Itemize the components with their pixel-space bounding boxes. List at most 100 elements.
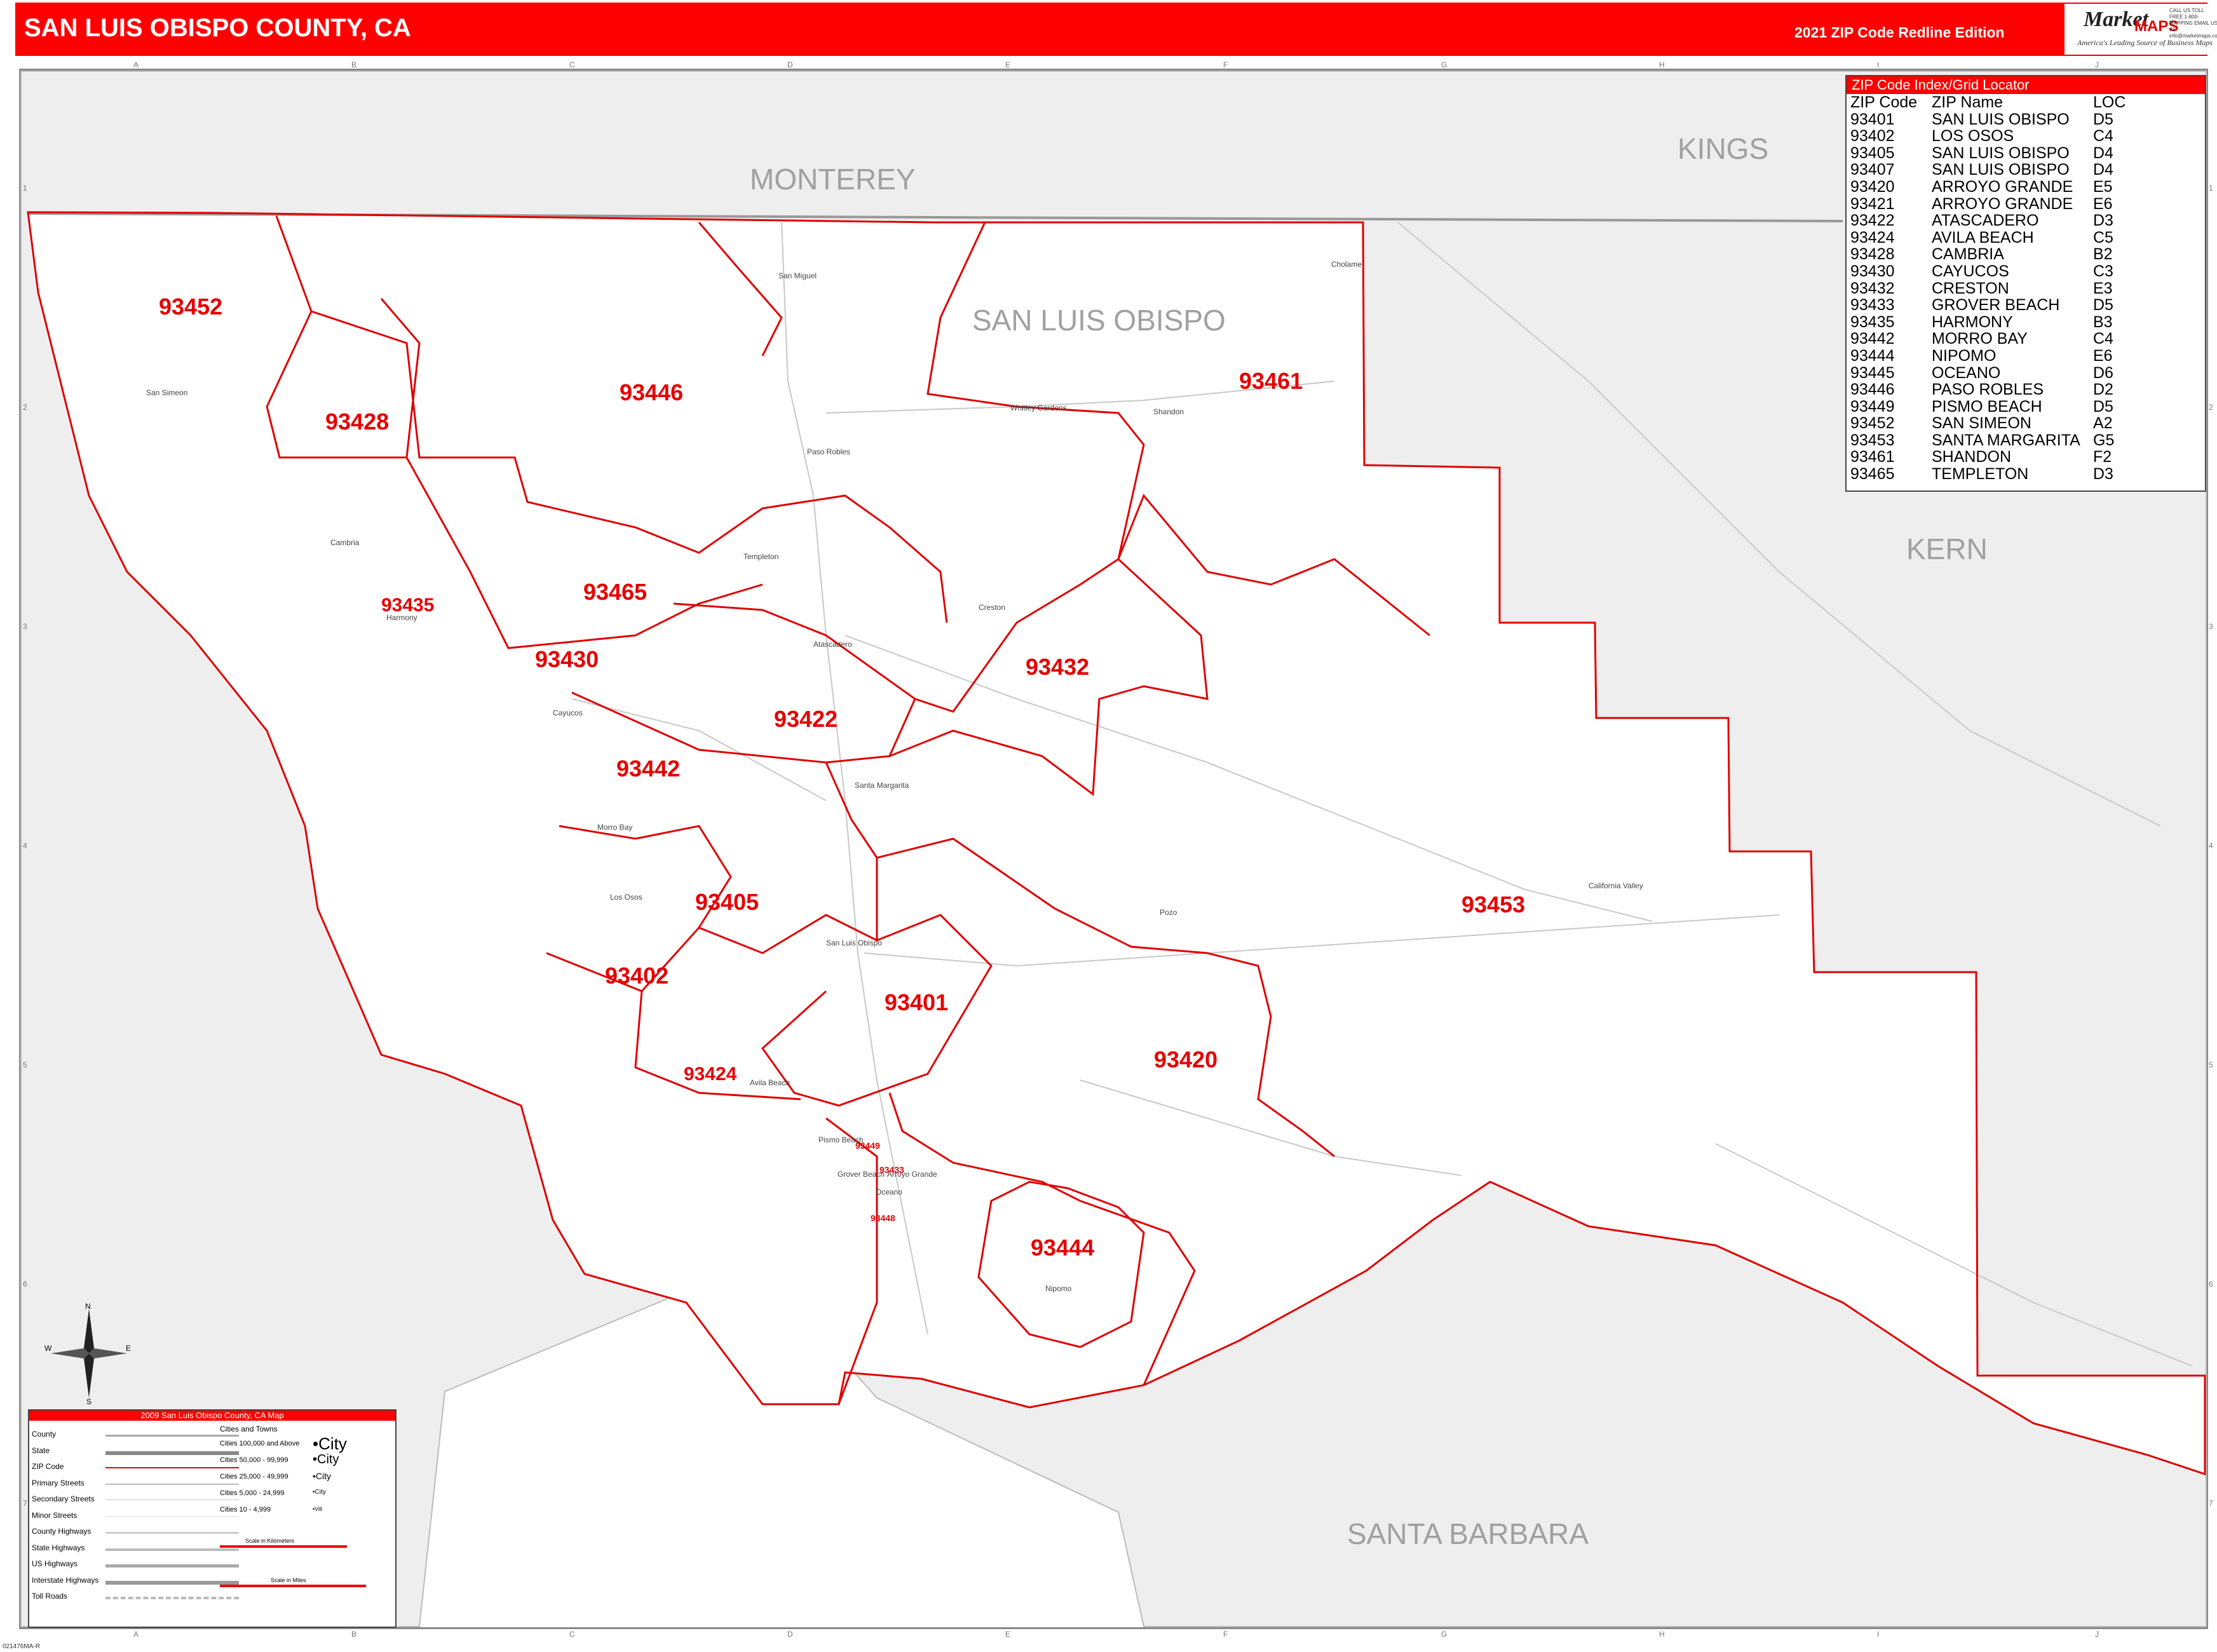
legend-item-label: US Highways xyxy=(32,1559,78,1568)
zip-label: 93432 xyxy=(1026,654,1089,680)
legend-item-symbol xyxy=(105,1435,239,1437)
legend-item-symbol xyxy=(105,1515,239,1517)
legend-item-symbol xyxy=(105,1451,239,1455)
grid-label: 7 xyxy=(23,1499,27,1508)
town-label: Cambria xyxy=(330,538,360,547)
zip-index-cell: D4 xyxy=(2093,161,2113,179)
zip-index-cell: C4 xyxy=(2093,330,2113,348)
zip-index-cell: F2 xyxy=(2093,448,2112,466)
legend-item-label: ZIP Code xyxy=(32,1462,64,1471)
zip-index-row: 93445 OCEANO D6 xyxy=(1850,363,2188,382)
zip-index-cell: D3 xyxy=(2093,212,2113,230)
town-label: Cayucos xyxy=(553,708,583,717)
town-label: Shandon xyxy=(1153,407,1184,416)
town-label: Whitley Gardens xyxy=(1010,403,1067,412)
town-label: Nipomo xyxy=(1045,1284,1072,1293)
zip-label: 93430 xyxy=(535,646,599,672)
zip-index-row: 93405 SAN LUIS OBISPO D4 xyxy=(1850,145,2188,162)
zip-index-cell: SAN LUIS OBISPO xyxy=(1932,144,2070,162)
grid-label: 1 xyxy=(2209,184,2213,193)
grid-label: F xyxy=(1223,60,1228,69)
zip-index-row: 93424 AVILA BEACH C5 xyxy=(1850,229,2188,247)
zip-index-cell: OCEANO xyxy=(1932,363,2001,382)
zip-label: 93405 xyxy=(695,889,759,915)
town-label: Cholame xyxy=(1331,260,1362,269)
zip-label: 93442 xyxy=(616,755,680,782)
zip-index-cell: D3 xyxy=(2093,465,2113,484)
zip-index-row: 93461 SHANDON F2 xyxy=(1850,449,2188,466)
town-label: Pozo xyxy=(1160,908,1177,917)
zip-index-cell: HARMONY xyxy=(1932,313,2013,331)
compass-rose-icon: N S W E xyxy=(44,1303,131,1404)
zip-index-row: 93433 GROVER BEACH D5 xyxy=(1850,297,2188,314)
zip-index-cell: E6 xyxy=(2093,194,2113,213)
zip-index-cell: 93449 xyxy=(1850,397,1895,416)
zip-label: 93424 xyxy=(684,1064,737,1085)
grid-label: A xyxy=(133,60,139,69)
zip-index-cell: 93446 xyxy=(1850,381,1895,399)
zip-index-cell: E5 xyxy=(2093,177,2113,196)
zip-label: 93422 xyxy=(774,706,837,732)
zip-index-row: 93432 CRESTON E3 xyxy=(1850,280,2188,297)
grid-label: A xyxy=(133,1630,139,1639)
zip-index-row: 93421 ARROYO GRANDE E6 xyxy=(1850,194,2188,213)
grid-label: 5 xyxy=(2209,1060,2213,1069)
legend-cities-header: Cities and Towns xyxy=(220,1425,278,1433)
zip-index-cell: 93435 xyxy=(1850,313,1895,331)
zip-index-cell: SAN LUIS OBISPO xyxy=(1932,110,2070,128)
zip-index-cell: 93453 xyxy=(1850,431,1895,449)
zip-index-cell: MORRO BAY xyxy=(1932,330,2028,348)
legend-city-sample: •City xyxy=(313,1489,326,1496)
zip-index-cell: TEMPLETON xyxy=(1932,465,2029,484)
zip-index-cell: SAN SIMEON xyxy=(1932,414,2031,433)
town-label: San Luis Obispo xyxy=(826,938,882,947)
county-name-santa-barbara: SANTA BARBARA xyxy=(1347,1517,1589,1550)
zip-index-cell: CAYUCOS xyxy=(1932,262,2009,280)
zip-index-cell: 93445 xyxy=(1850,363,1895,382)
legend-item-label: State xyxy=(32,1446,50,1455)
grid-label: 3 xyxy=(23,622,27,631)
town-label: California Valley xyxy=(1589,881,1643,890)
zip-index-cell: AVILA BEACH xyxy=(1932,228,2034,247)
zip-index-cell: C5 xyxy=(2093,228,2113,247)
zip-index-cell: SHANDON xyxy=(1932,448,2012,466)
zip-index-row: 93442 MORRO BAY C4 xyxy=(1850,330,2188,348)
legend-item-symbol xyxy=(105,1483,239,1485)
zip-index-cell: 93422 xyxy=(1850,212,1895,230)
zip-index-cell: D5 xyxy=(2093,296,2113,315)
legend-item-label: Toll Roads xyxy=(32,1592,68,1601)
grid-column-letters-bottom: A B C D E F G H I J xyxy=(133,1630,2099,1639)
grid-label: D xyxy=(787,1630,793,1639)
grid-label: 5 xyxy=(23,1060,27,1069)
zip-index-cell: B2 xyxy=(2093,245,2113,264)
zip-index-cell: 93405 xyxy=(1850,144,1895,162)
county-name-kings: KINGS xyxy=(1678,132,1768,165)
zip-index-row: 93435 HARMONY B3 xyxy=(1850,314,2188,331)
grid-label: I xyxy=(1877,1630,1879,1639)
legend-city-class-label: Cities 10 - 4,999 xyxy=(220,1506,271,1513)
zip-index-row: 93420 ARROYO GRANDE E5 xyxy=(1850,179,2188,196)
grid-label: 3 xyxy=(2209,622,2213,631)
zip-index-row: 93452 SAN SIMEON A2 xyxy=(1850,415,2188,432)
zip-index-cell: 93401 xyxy=(1850,110,1895,128)
town-label: Santa Margarita xyxy=(855,781,909,790)
zip-index-cell: E3 xyxy=(2093,279,2113,297)
zip-index-cell: 93407 xyxy=(1850,161,1895,179)
zip-index-cell: SAN LUIS OBISPO xyxy=(1932,161,2070,179)
legend-city-sample: •City xyxy=(313,1434,347,1453)
zip-label: 93402 xyxy=(605,963,668,989)
zip-index-title: ZIP Code Index/Grid Locator xyxy=(1847,76,2205,94)
legend-item-label: County Highways xyxy=(32,1527,92,1536)
zip-index-cell: D2 xyxy=(2093,381,2113,399)
zip-index-row: 93428 CAMBRIA B2 xyxy=(1850,246,2188,263)
grid-label: G xyxy=(1441,1630,1447,1639)
zip-index-table: ZIP Code ZIP Name LOC 93401 SAN LUIS OBISPO D… xyxy=(1850,94,2188,483)
zip-index-cell: CRESTON xyxy=(1932,279,2009,297)
compass-east-point xyxy=(89,1348,127,1358)
town-label: Grover Beach xyxy=(837,1170,885,1179)
zip-index-cell: 93428 xyxy=(1850,245,1895,264)
legend-item-symbol xyxy=(105,1564,239,1567)
zip-index-cell: ATASCADERO xyxy=(1932,212,2039,230)
legend-item-symbol xyxy=(105,1580,239,1585)
zip-label: 93461 xyxy=(1239,368,1303,394)
